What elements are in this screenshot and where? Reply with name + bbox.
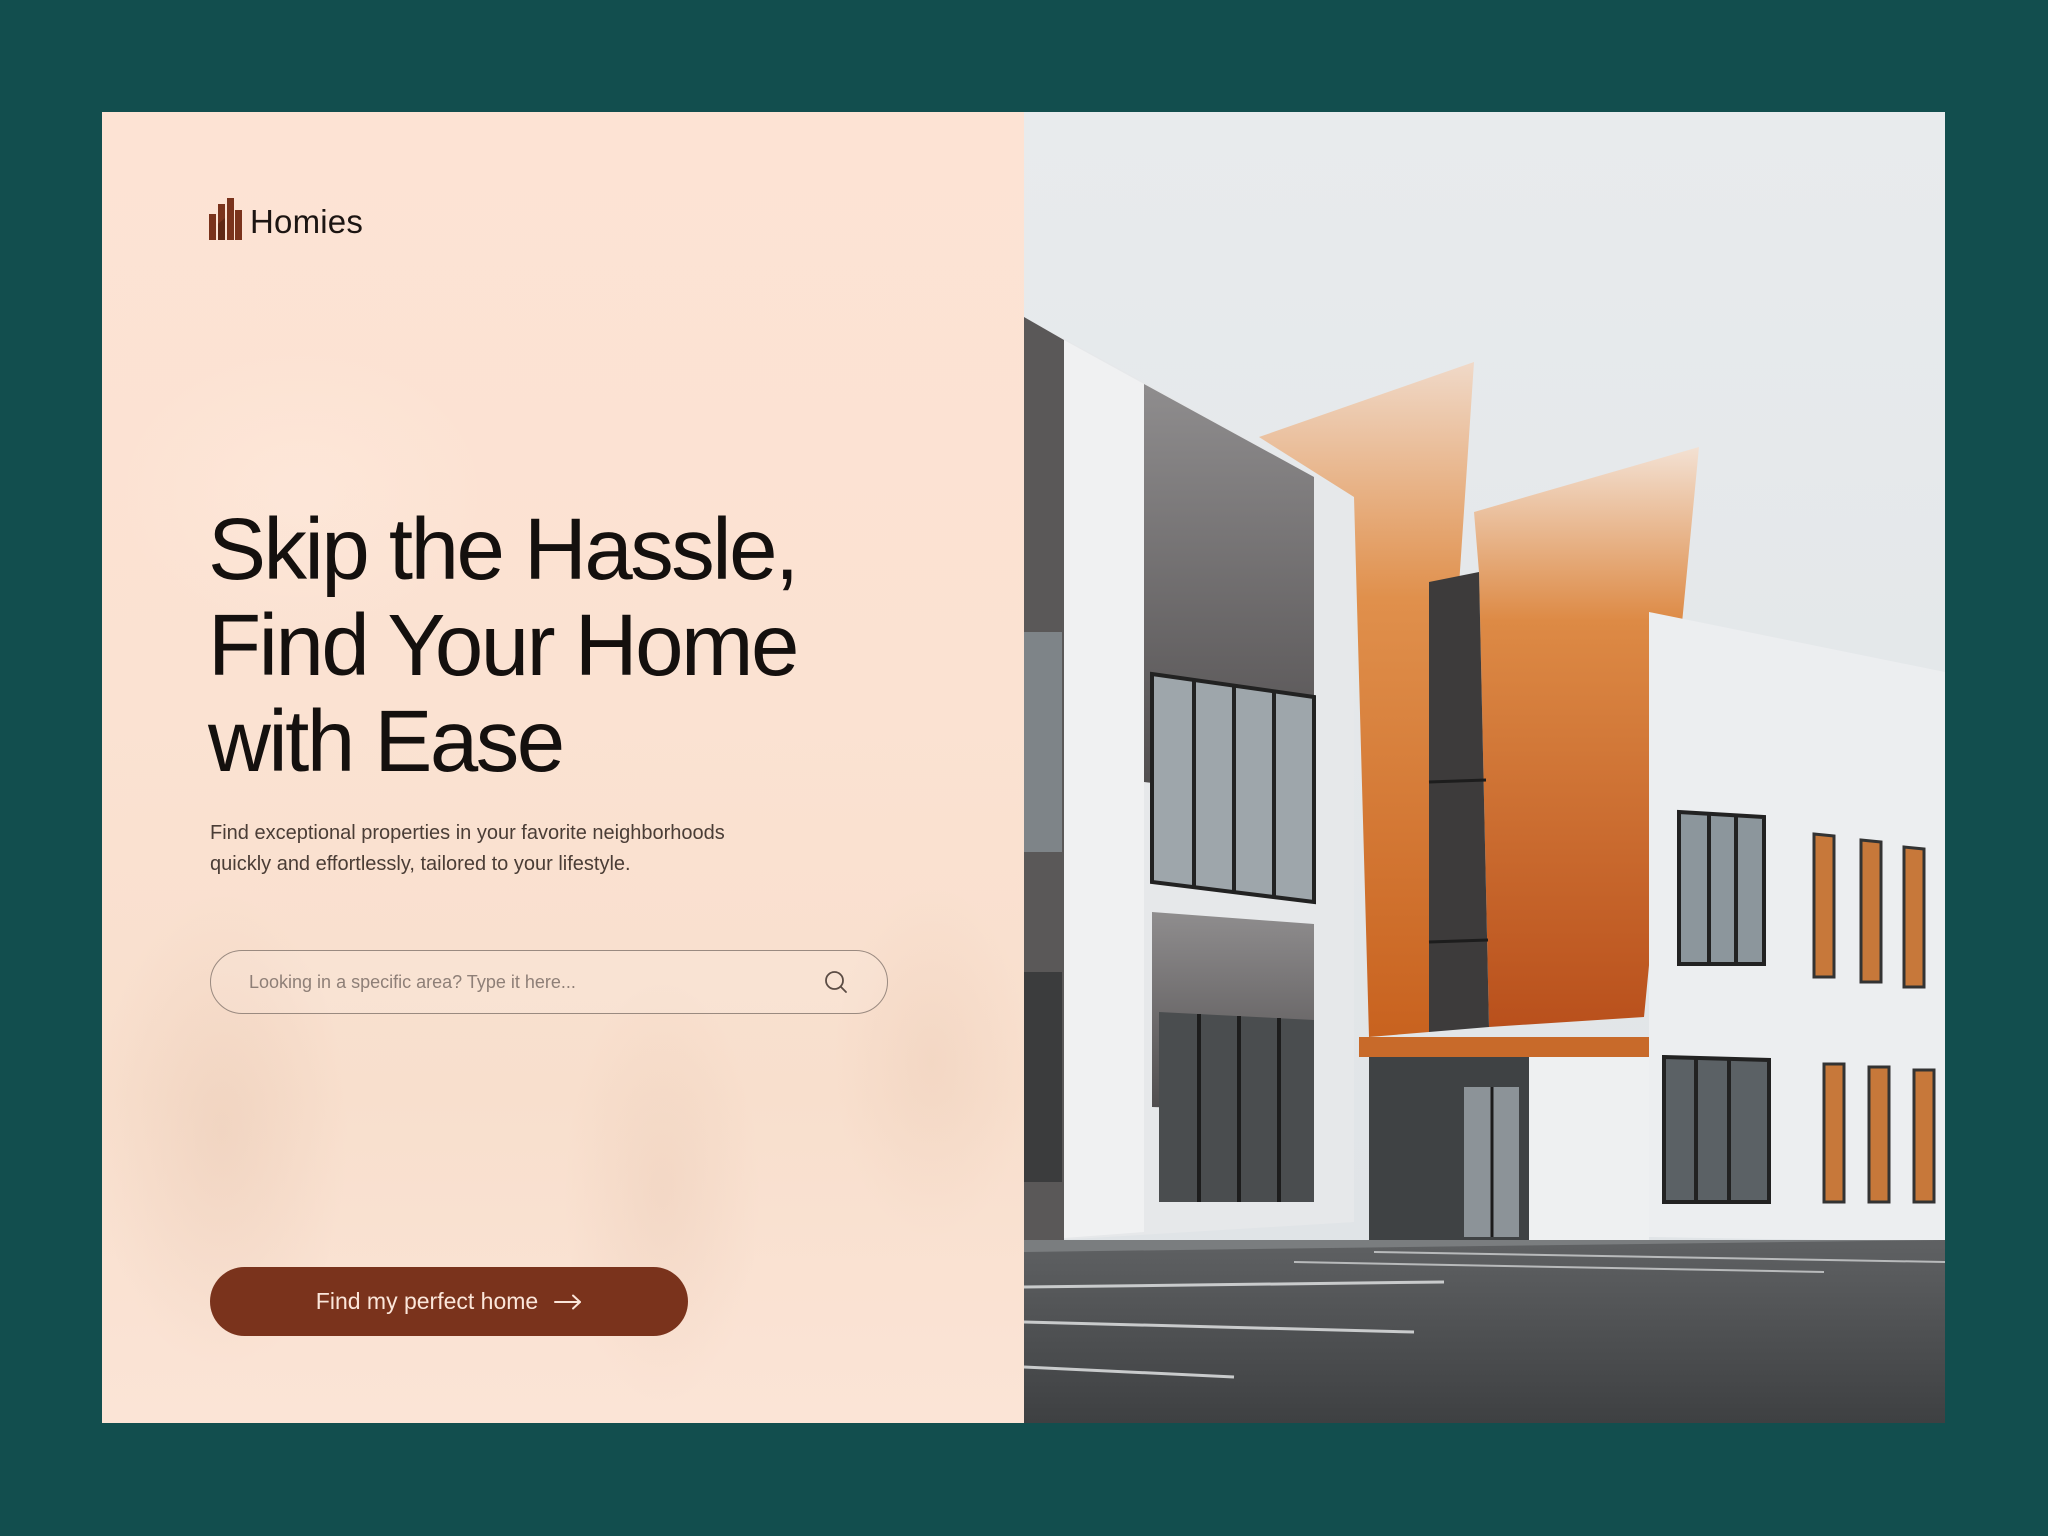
brand-logo[interactable]: Homies <box>209 198 363 240</box>
search-icon <box>825 971 847 993</box>
search-input[interactable] <box>211 950 821 1014</box>
brand-name: Homies <box>250 203 364 240</box>
find-home-button[interactable]: Find my perfect home <box>210 1267 688 1336</box>
building-bars-logo-icon <box>209 198 242 240</box>
hero-panel: Homies Skip the Hassle, Find Your Home w… <box>102 112 1024 1423</box>
hero-title-line: Skip the Hassle, <box>208 501 799 598</box>
building-photo <box>1024 112 1945 1423</box>
search-bar <box>210 950 888 1014</box>
search-button[interactable] <box>821 967 851 997</box>
hero-subtitle: Find exceptional properties in your favo… <box>210 818 830 880</box>
find-home-button-label: Find my perfect home <box>315 1288 539 1314</box>
hero-title-line: with Ease <box>208 693 565 790</box>
hero-title-line: Find Your Home <box>208 597 799 694</box>
modern-building-illustration <box>1024 112 1945 1423</box>
hero-title: Skip the Hassle, Find Your Home with Eas… <box>208 502 928 790</box>
hero-subtitle-line: Find exceptional properties in your favo… <box>210 822 725 844</box>
arrow-right-icon <box>554 1294 582 1309</box>
hero-subtitle-line: quickly and effortlessly, tailored to yo… <box>210 853 631 875</box>
landing-frame: Homies Skip the Hassle, Find Your Home w… <box>102 112 1945 1423</box>
